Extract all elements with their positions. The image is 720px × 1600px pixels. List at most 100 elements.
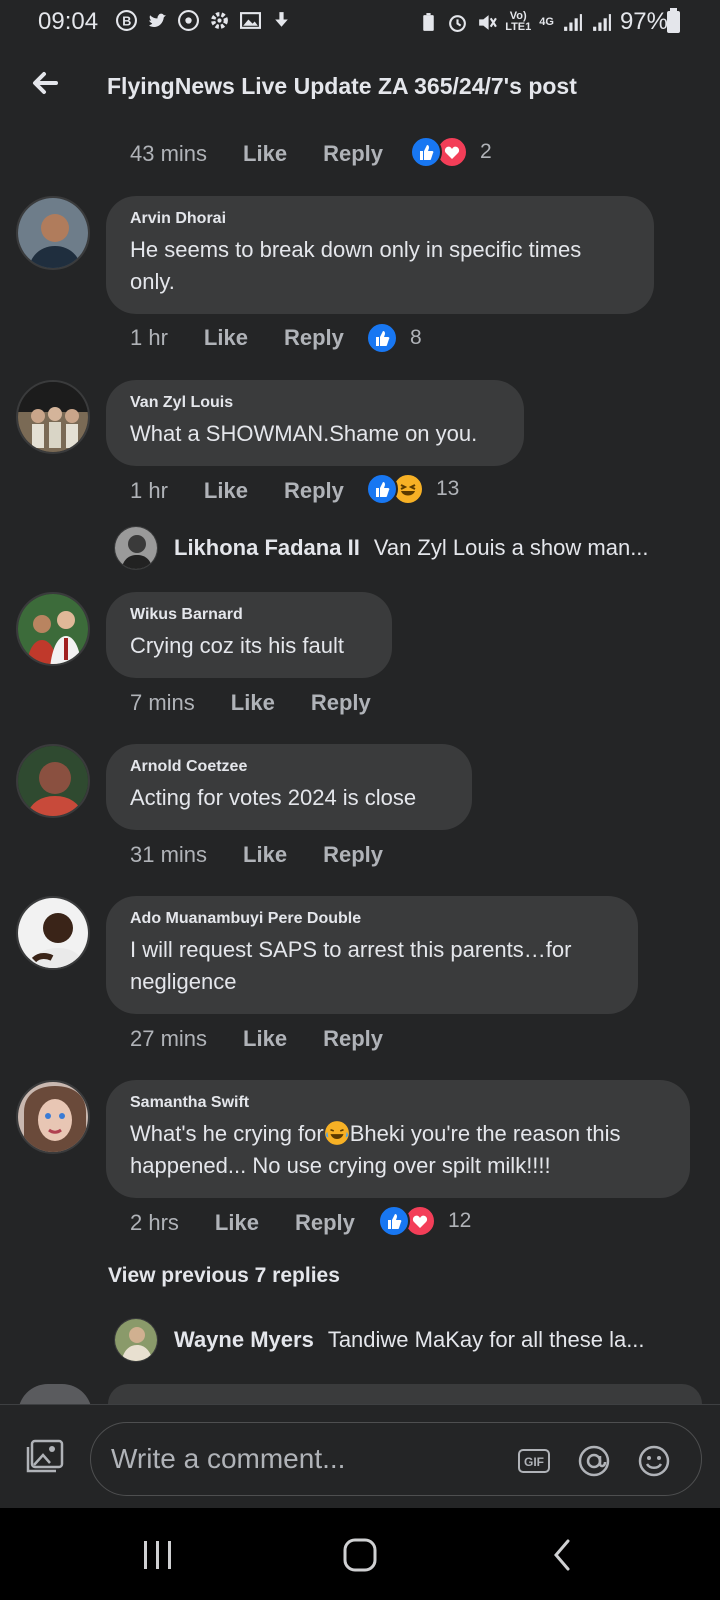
like-button[interactable]: Like [243, 141, 287, 167]
reaction-count: 2 [480, 140, 492, 163]
gallery-icon [240, 12, 261, 29]
comment-time: 2 hrs [130, 1210, 179, 1235]
volte-indicator: Vo) LTE1 [505, 10, 532, 33]
like-reaction-icon [366, 322, 398, 354]
commenter-name[interactable]: Samantha Swift [130, 1094, 666, 1112]
avatar [114, 1318, 158, 1362]
reply-preview[interactable]: Wayne Myers Tandiwe MaKay for all these … [114, 1318, 645, 1362]
reply-preview[interactable]: Likhona Fadana II Van Zyl Louis a show m… [114, 526, 649, 570]
network-type: 4G [539, 15, 554, 28]
avatar[interactable] [16, 1080, 90, 1154]
commenter-name[interactable]: Wikus Barnard [130, 606, 368, 624]
comment-bubble[interactable] [108, 1384, 702, 1404]
comment-bubble[interactable]: Arnold Coetzee Acting for votes 2024 is … [106, 744, 472, 830]
comment-meta: 1 hr Like Reply [130, 325, 344, 351]
commenter-name[interactable]: Arnold Coetzee [130, 758, 448, 776]
comment-meta: 27 mins Like Reply [130, 1026, 383, 1052]
reply-author[interactable]: Likhona Fadana II [174, 535, 360, 561]
back-arrow-icon[interactable] [28, 66, 62, 100]
page-title: FlyingNews Live Update ZA 365/24/7's pos… [107, 73, 577, 99]
like-button[interactable]: Like [204, 325, 248, 351]
battery-icon [667, 8, 680, 33]
back-icon[interactable] [546, 1538, 582, 1572]
comment-text: What a SHOWMAN.Shame on you. [130, 421, 478, 446]
home-icon[interactable] [342, 1538, 378, 1572]
comment-text: What's he crying for Bheki you're the rea… [130, 1118, 666, 1182]
reaction-count: 12 [448, 1209, 472, 1232]
notification-icons: B [116, 10, 292, 31]
comment-bubble[interactable]: Ado Muanambuyi Pere Double I will reques… [106, 896, 638, 1014]
reaction-summary[interactable]: 8 [366, 322, 422, 354]
at-icon[interactable] [577, 1444, 611, 1478]
battery-percent: 97% [619, 8, 668, 35]
recent-apps-icon[interactable] [140, 1538, 176, 1572]
signal-icon [564, 13, 582, 31]
crying-laughing-emoji-icon [324, 1121, 349, 1145]
status-bar: 09:04 B Vo) LTE1 4G 97% [0, 0, 720, 44]
commenter-name[interactable]: Arvin Dhorai [130, 210, 630, 228]
like-reaction-icon [366, 473, 398, 505]
reply-button[interactable]: Reply [323, 141, 383, 167]
header: FlyingNews Live Update ZA 365/24/7's pos… [0, 56, 720, 116]
like-button[interactable]: Like [243, 1026, 287, 1052]
system-nav-bar [0, 1508, 720, 1600]
like-reaction-icon [378, 1205, 410, 1237]
comment-composer: Write a comment... GIF [0, 1404, 720, 1508]
battery-saver-icon [423, 12, 434, 31]
comment-bubble[interactable]: Van Zyl Louis What a SHOWMAN.Shame on yo… [106, 380, 524, 466]
reply-button[interactable]: Reply [284, 478, 344, 504]
photo-icon[interactable] [24, 1439, 64, 1475]
commenter-name[interactable]: Ado Muanambuyi Pere Double [130, 910, 614, 928]
avatar[interactable] [16, 744, 90, 818]
reply-button[interactable]: Reply [284, 325, 344, 351]
comment-time: 1 hr [130, 325, 168, 350]
gif-icon[interactable]: GIF [517, 1444, 551, 1478]
comment-bubble[interactable]: Samantha Swift What's he crying for Bheki… [106, 1080, 690, 1198]
reply-author[interactable]: Wayne Myers [174, 1327, 314, 1353]
comment-meta: 1 hr Like Reply [130, 478, 344, 504]
comment-meta: 7 mins Like Reply [130, 690, 371, 716]
avatar[interactable] [16, 896, 90, 970]
like-button[interactable]: Like [243, 842, 287, 868]
avatar[interactable] [16, 592, 90, 666]
comment-time: 1 hr [130, 478, 168, 503]
reply-button[interactable]: Reply [295, 1210, 355, 1236]
comment-bubble[interactable]: Arvin Dhorai He seems to break down only… [106, 196, 654, 314]
settings-icon [211, 12, 228, 29]
commenter-name[interactable]: Van Zyl Louis [130, 394, 500, 412]
comment-time: 31 mins [130, 842, 208, 867]
comment-text: He seems to break down only in specific … [130, 237, 582, 294]
reaction-summary[interactable]: 2 [410, 136, 492, 168]
reply-button[interactable]: Reply [311, 690, 371, 716]
emoji-icon[interactable] [637, 1444, 671, 1478]
avatar[interactable] [16, 196, 90, 270]
comment-text: I will request SAPS to arrest this paren… [130, 937, 572, 994]
comment-placeholder: Write a comment... [111, 1443, 346, 1474]
comment-time: 27 mins [130, 1026, 208, 1051]
signal-icon-2 [593, 13, 611, 31]
comment-meta: 43 mins Like Reply [130, 141, 383, 167]
comment-input[interactable]: Write a comment... GIF [90, 1422, 702, 1496]
b-icon: B [116, 10, 137, 31]
reaction-count: 13 [436, 477, 460, 500]
reply-button[interactable]: Reply [323, 1026, 383, 1052]
download-icon [275, 12, 288, 27]
reply-text: Van Zyl Louis a show man... [373, 535, 649, 560]
status-time: 09:04 [38, 8, 99, 35]
comment-bubble[interactable]: Wikus Barnard Crying coz its his fault [106, 592, 392, 678]
view-previous-replies-link[interactable]: View previous 7 replies [108, 1264, 340, 1288]
comment-time: 43 mins [130, 141, 208, 166]
reaction-summary[interactable]: 13 [366, 473, 459, 505]
chrome-icon [178, 10, 199, 31]
like-button[interactable]: Like [231, 690, 275, 716]
reply-button[interactable]: Reply [323, 842, 383, 868]
comment-text: Crying coz its his fault [130, 633, 344, 658]
reaction-summary[interactable]: 12 [378, 1205, 471, 1237]
like-button[interactable]: Like [204, 478, 248, 504]
alarm-icon [449, 14, 467, 32]
system-icons: Vo) LTE1 4G 97% [418, 8, 668, 36]
avatar[interactable] [16, 380, 90, 454]
mute-icon [479, 14, 498, 30]
like-button[interactable]: Like [215, 1210, 259, 1236]
avatar [114, 526, 158, 570]
